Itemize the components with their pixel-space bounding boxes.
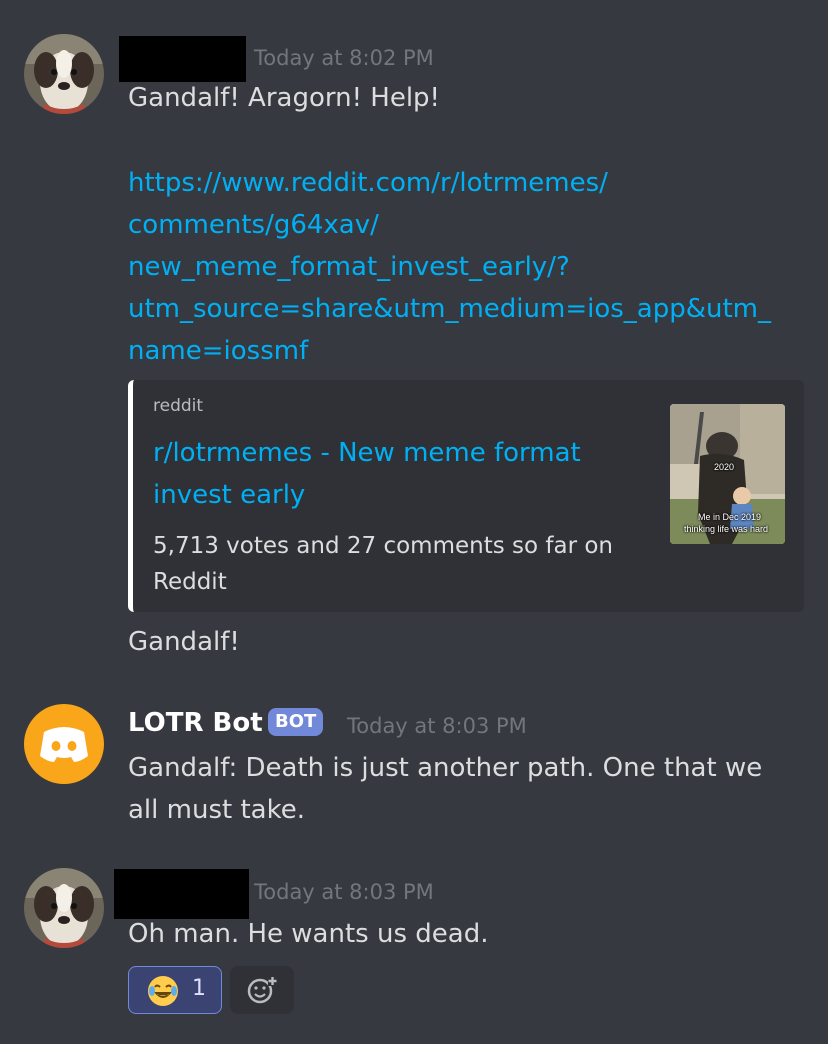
redacted-username [114, 869, 249, 919]
thumb-label: 2020 [714, 462, 735, 472]
bot-avatar[interactable] [24, 704, 104, 784]
user-avatar[interactable] [24, 868, 104, 948]
joy-emoji-icon [148, 976, 178, 1006]
followup-text: Gandalf! [128, 627, 240, 657]
message-2: LOTR Bot BOT Today at 8:03 PM Gandalf: D… [0, 680, 828, 860]
thumb-label: Me in Dec 2019 [698, 512, 762, 522]
dog-avatar-image [24, 34, 104, 114]
add-reaction-button[interactable] [230, 966, 294, 1014]
redacted-username [119, 36, 246, 82]
link-line[interactable]: name=iossmf [128, 330, 771, 372]
link-line[interactable]: new_meme_format_invest_early/? [128, 246, 771, 288]
reaction-joy[interactable]: 1 [128, 966, 222, 1014]
message-text: Oh man. He wants us dead. [128, 919, 489, 949]
message-1: Today at 8:02 PM Gandalf! Aragorn! Help!… [0, 0, 828, 680]
message-text: Gandalf! Aragorn! Help! [128, 83, 440, 113]
link-line[interactable]: https://www.reddit.com/r/lotrmemes/ [128, 162, 771, 204]
embed-description: 5,713 votes and 27 comments so far on Re… [153, 533, 613, 595]
message-3: Today at 8:03 PM Oh man. He wants us dea… [0, 860, 828, 1044]
message-text: Gandalf: Death is just another path. One… [128, 753, 763, 825]
user-avatar[interactable] [24, 34, 104, 114]
link-embed: reddit r/lotrmemes - New meme format inv… [128, 380, 804, 612]
bot-username[interactable]: LOTR Bot [128, 708, 263, 738]
link-line[interactable]: comments/g64xav/ [128, 204, 771, 246]
reaction-count: 1 [192, 976, 206, 1001]
embed-title[interactable]: r/lotrmemes - New meme format invest ear… [153, 432, 633, 516]
bot-tag: BOT [268, 708, 324, 736]
message-timestamp: Today at 8:03 PM [254, 880, 434, 904]
link-line[interactable]: utm_source=share&utm_medium=ios_app&utm_ [128, 288, 771, 330]
thumb-label: thinking life was hard [684, 524, 769, 534]
embed-thumbnail[interactable]: 2020 Me in Dec 2019 thinking life was ha… [670, 404, 785, 544]
message-timestamp: Today at 8:02 PM [254, 46, 434, 70]
reddit-link[interactable]: https://www.reddit.com/r/lotrmemes/ comm… [128, 162, 771, 372]
message-timestamp: Today at 8:03 PM [347, 714, 527, 738]
add-reaction-icon [247, 976, 277, 1004]
embed-provider[interactable]: reddit [153, 396, 203, 416]
discord-logo-icon [40, 727, 88, 762]
dog-avatar-image [24, 868, 104, 948]
meme-thumbnail-image [670, 404, 785, 544]
